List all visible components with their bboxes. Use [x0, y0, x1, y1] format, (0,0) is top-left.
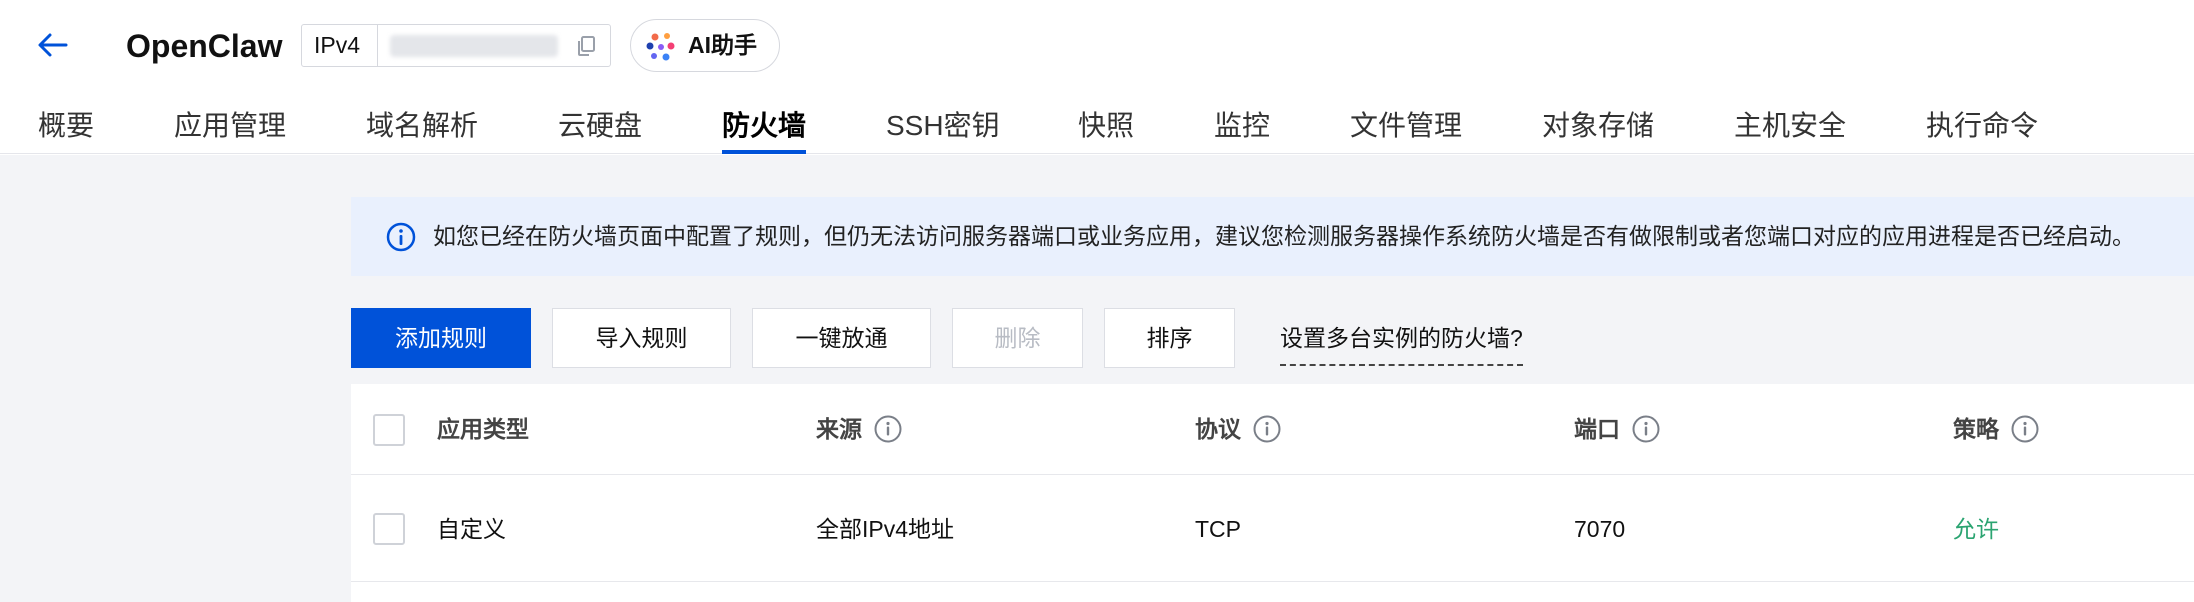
port-info-icon[interactable] [1631, 414, 1661, 444]
column-port: 端口 [1574, 416, 1620, 442]
cell-port: 7070 [1574, 516, 1626, 542]
tab-label: 域名解析 [366, 110, 479, 141]
tab-bar: 概要 应用管理 域名解析 云硬盘 防火墙 SSH密钥 快照 监控 文件管理 对象… [0, 98, 2194, 154]
row-checkbox[interactable] [373, 513, 405, 545]
tab-label: 概要 [38, 110, 95, 141]
ip-value-redacted [390, 35, 558, 57]
tab-app-management[interactable]: 应用管理 [174, 98, 286, 154]
tab-label: 监控 [1214, 110, 1271, 141]
tab-overview[interactable]: 概要 [38, 98, 94, 154]
active-tab-indicator [722, 150, 807, 154]
tab-label: 云硬盘 [558, 110, 643, 141]
policy-info-icon[interactable] [2010, 414, 2040, 444]
cell-protocol: TCP [1195, 516, 1241, 542]
firewall-notice: 如您已经在防火墙页面中配置了规则，但仍无法访问服务器端口或业务应用，建议您检测服… [351, 197, 2194, 276]
instance-title: OpenClaw [126, 28, 283, 64]
tab-ssh-keys[interactable]: SSH密钥 [886, 98, 1000, 154]
cell-source: 全部IPv4地址 [816, 516, 955, 542]
ip-divider [377, 25, 378, 66]
table-header: 应用类型 来源 协议 端口 策略 [351, 384, 2194, 475]
ai-assistant-label: AI助手 [688, 32, 757, 58]
tab-host-security[interactable]: 主机安全 [1734, 98, 1846, 154]
sort-button[interactable]: 排序 [1104, 308, 1235, 368]
tab-monitoring[interactable]: 监控 [1214, 98, 1270, 154]
select-all-checkbox[interactable] [373, 414, 405, 446]
cell-app-type: 自定义 [437, 516, 506, 542]
tab-label: 对象存储 [1542, 110, 1655, 141]
one-click-open-button[interactable]: 一键放通 [752, 308, 931, 368]
column-protocol: 协议 [1195, 416, 1241, 442]
ip-address-box: IPv4 [301, 24, 611, 67]
tab-dns[interactable]: 域名解析 [366, 98, 478, 154]
ai-assistant-icon [646, 33, 675, 61]
tab-label: 执行命令 [1926, 110, 2039, 141]
column-app-type: 应用类型 [437, 416, 529, 442]
back-arrow-icon[interactable] [36, 28, 70, 62]
tab-snapshots[interactable]: 快照 [1078, 98, 1134, 154]
info-icon [386, 222, 416, 252]
cell-policy: 允许 [1953, 516, 1999, 542]
tab-cloud-disk[interactable]: 云硬盘 [558, 98, 642, 154]
tab-label: 主机安全 [1734, 110, 1847, 141]
tab-object-storage[interactable]: 对象存储 [1542, 98, 1654, 154]
tab-label: SSH密钥 [886, 110, 1000, 141]
firewall-rules-table: 应用类型 来源 协议 端口 策略 自定义 全部IPv4地址 TCP 7070 允… [351, 384, 2194, 602]
import-rules-button[interactable]: 导入规则 [552, 308, 731, 368]
column-source: 来源 [816, 416, 862, 442]
tab-run-command[interactable]: 执行命令 [1926, 98, 2038, 154]
source-info-icon[interactable] [873, 414, 903, 444]
add-rule-button[interactable]: 添加规则 [351, 308, 531, 368]
tab-label: 文件管理 [1350, 110, 1463, 141]
tab-firewall[interactable]: 防火墙 [722, 98, 807, 154]
ai-assistant-button[interactable]: AI助手 [630, 19, 780, 72]
delete-button[interactable]: 删除 [952, 308, 1083, 368]
tab-label: 快照 [1078, 110, 1135, 141]
multi-instance-firewall-link[interactable]: 设置多台实例的防火墙? [1280, 322, 1523, 366]
copy-icon[interactable] [574, 34, 598, 58]
tab-label: 防火墙 [722, 110, 807, 141]
tab-file-management[interactable]: 文件管理 [1350, 98, 1462, 154]
page: OpenClaw IPv4 AI助手 概要 应用管理 域名解析 云硬盘 防火墙 … [0, 0, 2194, 602]
protocol-info-icon[interactable] [1252, 414, 1282, 444]
header: OpenClaw IPv4 AI助手 概要 应用管理 域名解析 云硬盘 防火墙 … [0, 0, 2194, 154]
column-policy: 策略 [1953, 416, 1999, 442]
tab-label: 应用管理 [174, 110, 287, 141]
table-row: 自定义 全部IPv4地址 TCP 7070 允许 [351, 476, 2194, 582]
ip-type-label: IPv4 [314, 32, 361, 58]
notice-text: 如您已经在防火墙页面中配置了规则，但仍无法访问服务器端口或业务应用，建议您检测服… [433, 223, 2135, 249]
